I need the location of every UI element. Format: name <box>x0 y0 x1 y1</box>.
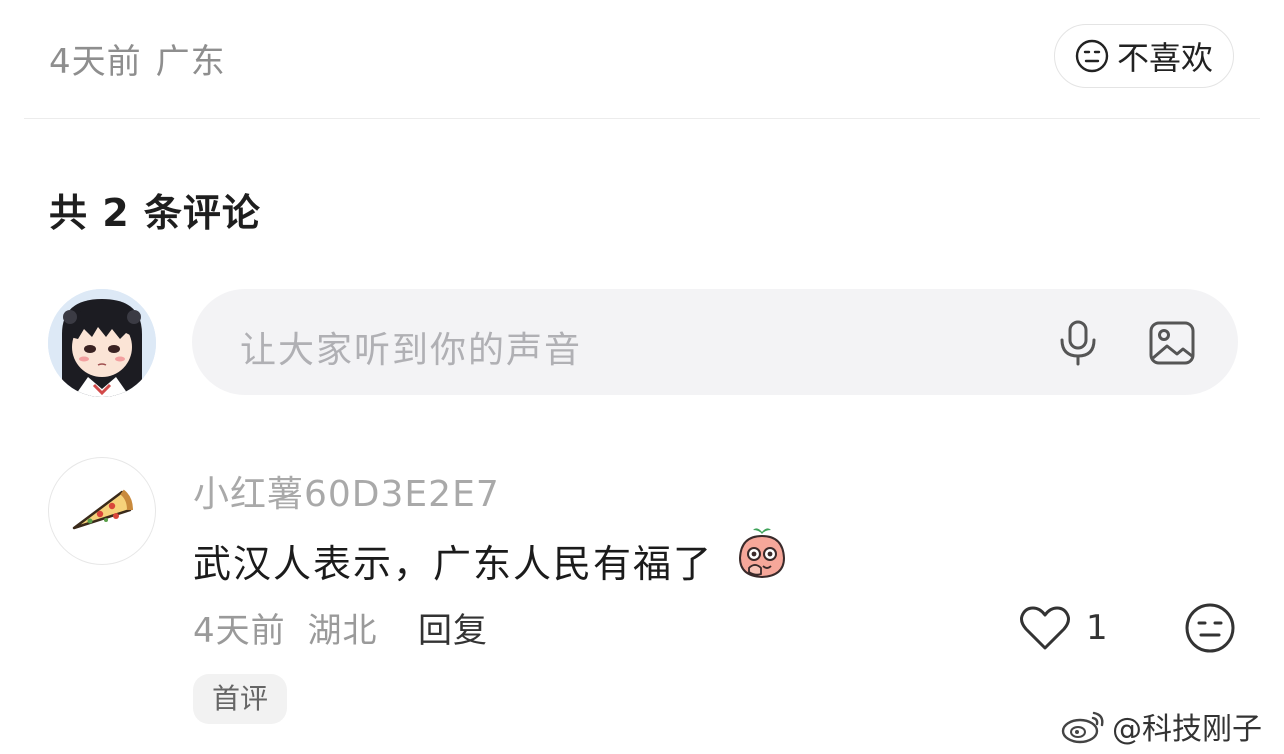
watermark: @科技刚子 <box>1060 704 1262 748</box>
weibo-logo <box>1061 711 1104 744</box>
post-time: 4天前 <box>49 42 142 82</box>
post-meta: 4天前 广东 <box>49 34 226 83</box>
post-location: 广东 <box>155 42 226 82</box>
comment-count-title: 共 2 条评论 <box>49 191 261 235</box>
reply-button[interactable]: 回复 <box>418 603 488 652</box>
dislike-label: 不喜欢 <box>1116 39 1213 77</box>
first-comment-badge: 首评 <box>193 674 288 724</box>
comment-input[interactable]: 让大家听到你的声音 <box>192 289 1238 395</box>
comment-location: 湖北 <box>307 611 378 651</box>
comment-text: 武汉人表示，广东人民有福了 <box>193 542 714 586</box>
neutral-face-icon[interactable] <box>1184 602 1236 654</box>
dislike-button[interactable]: 不喜欢 <box>1054 24 1234 88</box>
like-button[interactable]: 1 <box>1018 602 1108 654</box>
commenter-avatar[interactable] <box>48 457 156 565</box>
image-icon[interactable] <box>1147 318 1197 368</box>
peach-face-emoji <box>738 528 786 579</box>
comment-username[interactable]: 小红薯60D3E2E7 <box>193 465 500 517</box>
microphone-icon[interactable] <box>1052 316 1104 368</box>
comment-time: 4天前 <box>193 611 286 651</box>
my-avatar[interactable] <box>48 289 156 397</box>
watermark-text: @科技刚子 <box>1112 712 1262 747</box>
divider <box>24 118 1260 119</box>
comment-input-placeholder: 让大家听到你的声音 <box>240 330 583 371</box>
pizza-slice-icon <box>72 489 133 530</box>
heart-icon <box>1020 606 1070 650</box>
neutral-face-icon <box>1075 39 1109 73</box>
like-count: 1 <box>1086 608 1108 648</box>
comment-meta: 4天前 湖北 <box>193 603 377 652</box>
anime-girl-avatar-image <box>48 289 156 397</box>
